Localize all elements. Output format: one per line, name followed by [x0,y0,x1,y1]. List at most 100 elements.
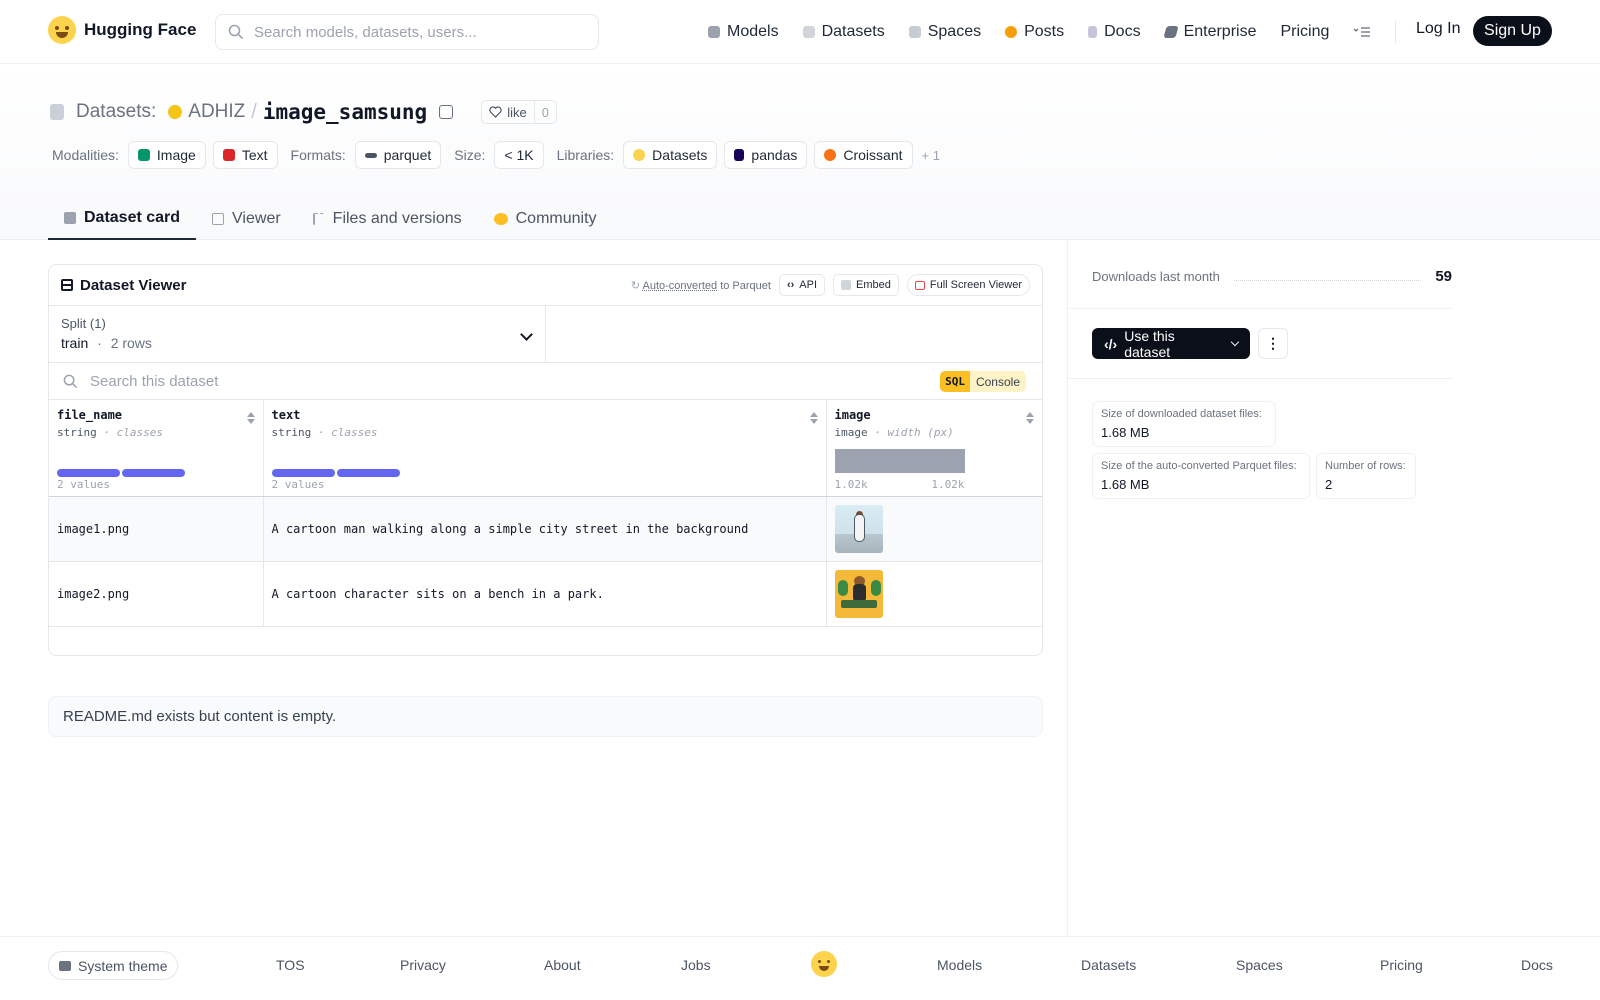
class-bar[interactable] [122,469,185,477]
footer-link-docs[interactable]: Docs [1521,957,1553,973]
column-type: string · classes [272,426,818,439]
footer-link-tos[interactable]: TOS [276,957,305,973]
section-label: Datasets: [76,101,157,122]
image-thumbnail[interactable] [834,504,883,553]
like-toggle[interactable]: like [482,101,535,123]
size-tag[interactable]: < 1K [494,141,544,169]
nav-models-link[interactable]: Models [708,16,779,48]
class-bar[interactable] [57,469,120,477]
dotted-leader [1233,273,1422,281]
org-avatar [168,105,183,119]
column-type-hint: · width (px) [874,426,954,439]
dataset-search-input[interactable] [90,372,790,390]
use-this-dataset-button[interactable]: ‹/› Use this dataset [1092,328,1250,360]
footer-link-pricing[interactable]: Pricing [1380,957,1423,973]
system-theme-button[interactable]: System theme [48,951,179,980]
cell-file-name[interactable]: image2.png [49,561,264,627]
dataset-name-link[interactable]: image_samsung [263,100,427,124]
table-row[interactable]: image1.png A cartoon man walking along a… [49,496,1042,562]
org-link[interactable]: ADHIZ [188,101,245,123]
auto-converted-note: ↻ Auto-converted to Parquet [631,279,771,292]
table-header-row: file_name string · classes 2 values text… [49,400,1042,497]
global-search-box[interactable] [215,14,599,50]
nav-enterprise-label: Enterprise [1183,23,1257,40]
dataset-search-row: SQL Console [49,363,1042,400]
cell-image[interactable] [826,561,1042,627]
nav-posts-link[interactable]: Posts [1005,16,1064,48]
viewer-title-text: Dataset Viewer [80,276,187,294]
tab-files-and-versions[interactable]: Files and versions [297,198,478,240]
croissant-icon [824,149,837,161]
size-value: < 1K [504,147,534,163]
text-modality-icon [222,149,235,161]
signup-button[interactable]: Sign Up [1473,16,1552,46]
like-button[interactable]: like 0 [481,100,557,124]
column-type: image · width (px) [835,426,1035,439]
nav-enterprise-link[interactable]: Enterprise [1162,16,1257,48]
more-options-button[interactable]: ⋮ [1258,328,1288,359]
column-type-value: string [271,426,312,439]
search-icon [63,374,78,388]
api-button[interactable]: ‹› API [778,274,826,296]
cell-text[interactable]: A cartoon man walking along a simple cit… [263,496,827,562]
hugging-face-footer-logo[interactable] [811,951,837,977]
files-icon [312,213,325,225]
nav-pricing-link[interactable]: Pricing [1280,16,1329,48]
more-libraries-link[interactable]: + 1 [922,148,940,163]
home-logo-link[interactable]: Hugging Face [48,16,196,44]
library-datasets-tag[interactable]: Datasets [623,141,718,169]
nav-datasets-link[interactable]: Datasets [802,16,885,48]
class-bar[interactable] [336,469,400,477]
split-selected: train · 2 rows [61,335,533,351]
sidebar-divider [1067,240,1068,936]
nav-docs-link[interactable]: Docs [1088,16,1141,48]
column-header-file-name[interactable]: file_name string · classes 2 values [49,400,264,497]
tab-viewer[interactable]: Viewer [196,198,297,240]
class-bar[interactable] [271,469,335,477]
nav-divider [1395,20,1397,44]
format-parquet-tag[interactable]: parquet [354,141,442,169]
cell-image[interactable] [826,496,1042,562]
auto-converted-link[interactable]: Auto-converted [643,280,718,292]
footer-link-models[interactable]: Models [937,957,982,973]
stat-value: 2 [1325,477,1333,492]
like-count[interactable]: 0 [535,105,556,120]
footer-link-jobs[interactable]: Jobs [681,957,711,973]
class-distribution-bars[interactable] [271,469,400,477]
stat-number-of-rows: Number of rows: 2 [1316,453,1416,499]
tab-community-label: Community [515,210,597,227]
full-screen-viewer-button[interactable]: Full Screen Viewer [906,274,1030,296]
footer-link-spaces[interactable]: Spaces [1236,957,1283,973]
column-header-image[interactable]: image image · width (px) 1.02k 1.02k [826,400,1042,497]
column-header-text[interactable]: text string · classes 2 values [263,400,827,497]
login-link[interactable]: Log In [1416,20,1460,38]
tab-community[interactable]: Community [478,198,613,240]
modality-image-tag[interactable]: Image [127,141,206,169]
copy-icon[interactable] [439,105,454,119]
menu-list-icon [1353,27,1371,37]
width-histogram-bar[interactable] [834,449,965,473]
table-row[interactable]: image2.png A cartoon character sits on a… [49,561,1042,627]
footer-link-about[interactable]: About [544,957,581,973]
sort-icon[interactable] [1026,412,1034,424]
cell-file-name[interactable]: image1.png [49,496,264,562]
sql-console-button[interactable]: SQL Console [940,371,1026,392]
repo-header: Datasets: ADHIZ / image_samsung like 0 M… [0,64,1600,240]
class-distribution-bars[interactable] [57,469,185,477]
sort-icon[interactable] [246,412,255,424]
split-dropdown[interactable]: Split (1) train · 2 rows [49,306,546,362]
library-croissant-tag[interactable]: Croissant [814,141,913,169]
tab-dataset-card[interactable]: Dataset card [48,198,197,240]
nav-spaces-link[interactable]: Spaces [908,16,981,48]
footer-link-datasets[interactable]: Datasets [1081,957,1136,973]
image-thumbnail[interactable] [834,569,883,618]
library-pandas-tag[interactable]: pandas [724,141,808,169]
sort-icon[interactable] [809,412,818,424]
table-icon [212,213,225,225]
footer-link-privacy[interactable]: Privacy [400,957,446,973]
embed-button[interactable]: Embed [833,274,899,296]
modality-text-tag[interactable]: Text [212,141,278,169]
cell-text[interactable]: A cartoon character sits on a bench in a… [263,561,827,627]
nav-more-menu[interactable] [1353,16,1371,48]
global-search-input[interactable] [254,23,574,41]
